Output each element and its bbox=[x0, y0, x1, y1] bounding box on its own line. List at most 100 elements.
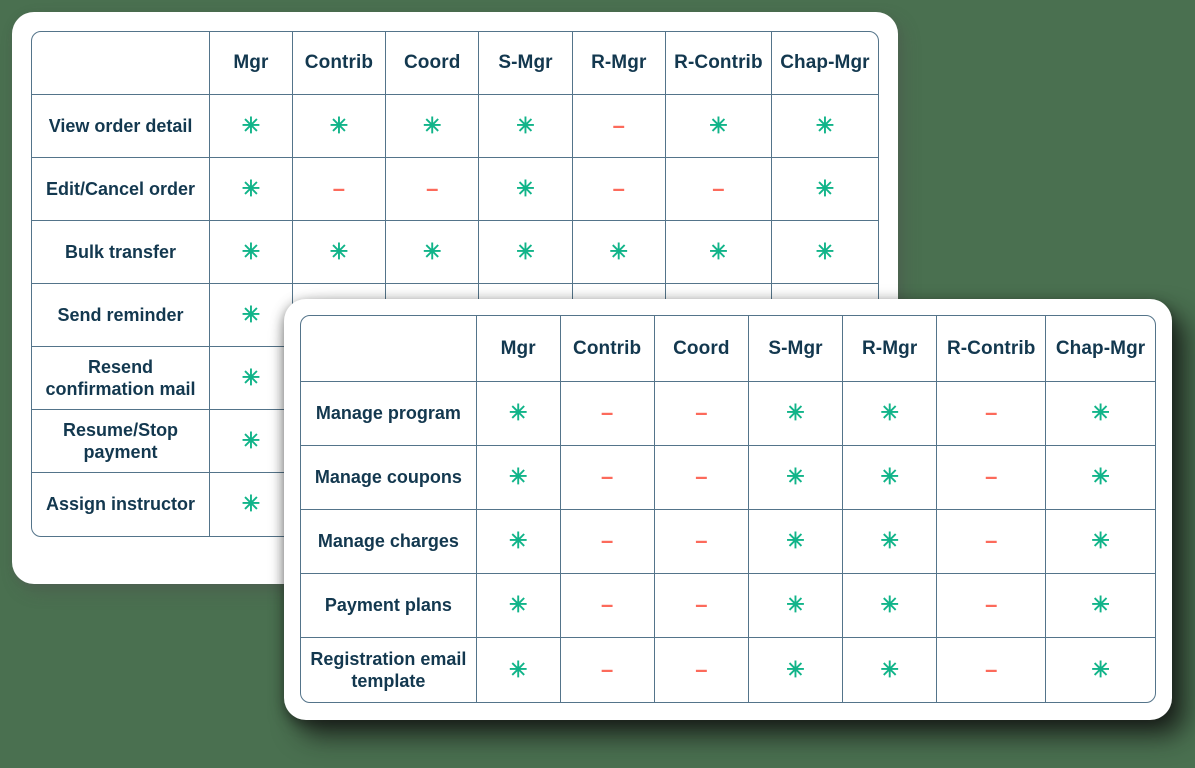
table-row: Manage charges ✳ – – ✳ ✳ – ✳ bbox=[301, 510, 1155, 574]
permission-cell: ✳ bbox=[210, 410, 293, 473]
denied-icon: – bbox=[695, 528, 708, 553]
permission-cell: – bbox=[572, 158, 666, 221]
table-header: Mgr Contrib Coord S-Mgr R-Mgr R-Contrib … bbox=[32, 32, 878, 95]
column-header-s-mgr: S-Mgr bbox=[479, 32, 573, 95]
row-label: Resume/Stop payment bbox=[32, 410, 211, 473]
column-header-chap-mgr: Chap-Mgr bbox=[1046, 316, 1155, 382]
permission-cell: – bbox=[937, 574, 1047, 638]
permission-cell: ✳ bbox=[476, 574, 561, 638]
table-body: Manage program ✳ – – ✳ ✳ – ✳ Manage coupons ✳ – – ✳ ✳… bbox=[301, 382, 1155, 702]
allowed-icon: ✳ bbox=[241, 112, 261, 138]
allowed-icon: ✳ bbox=[786, 656, 805, 682]
allowed-icon: ✳ bbox=[241, 427, 261, 453]
permission-cell: ✳ bbox=[210, 284, 293, 347]
denied-icon: – bbox=[332, 175, 346, 201]
permission-cell: ✳ bbox=[210, 473, 293, 536]
permission-cell: ✳ bbox=[479, 221, 573, 284]
permission-cell: – bbox=[386, 158, 480, 221]
permission-cell: – bbox=[937, 382, 1047, 446]
permission-cell: – bbox=[561, 638, 655, 702]
allowed-icon: ✳ bbox=[241, 175, 261, 201]
permission-cell: ✳ bbox=[479, 158, 573, 221]
permission-cell: – bbox=[654, 574, 749, 638]
allowed-icon: ✳ bbox=[329, 238, 349, 264]
permission-cell: ✳ bbox=[843, 382, 938, 446]
allowed-icon: ✳ bbox=[241, 364, 261, 390]
denied-icon: – bbox=[612, 112, 625, 138]
allowed-icon: ✳ bbox=[786, 464, 805, 489]
column-header-mgr: Mgr bbox=[210, 32, 293, 95]
permission-cell: – bbox=[654, 510, 749, 574]
column-header-mgr: Mgr bbox=[476, 316, 561, 382]
row-label: View order detail bbox=[32, 95, 211, 158]
denied-icon: – bbox=[695, 464, 708, 489]
row-label: Bulk transfer bbox=[32, 221, 211, 284]
column-header-r-contrib: R-Contrib bbox=[665, 32, 772, 95]
row-label: Assign instructor bbox=[32, 473, 211, 536]
permission-cell: – bbox=[560, 382, 655, 446]
permission-cell: – bbox=[572, 95, 666, 158]
denied-icon: – bbox=[601, 592, 614, 617]
table-row: View order detail ✳ ✳ ✳ ✳ – ✳ ✳ bbox=[32, 95, 878, 158]
permission-cell: ✳ bbox=[1046, 574, 1155, 638]
permission-cell: ✳ bbox=[748, 446, 844, 510]
column-header-chap-mgr: Chap-Mgr bbox=[771, 32, 878, 95]
allowed-icon: ✳ bbox=[1091, 656, 1110, 682]
allowed-icon: ✳ bbox=[508, 528, 528, 553]
program-permissions-card: Mgr Contrib Coord S-Mgr R-Mgr R-Contrib … bbox=[284, 299, 1172, 720]
allowed-icon: ✳ bbox=[880, 464, 899, 489]
allowed-icon: ✳ bbox=[786, 400, 805, 425]
allowed-icon: ✳ bbox=[422, 112, 442, 138]
denied-icon: – bbox=[601, 400, 614, 425]
table-row: Manage coupons ✳ – – ✳ ✳ – ✳ bbox=[301, 446, 1155, 510]
corner-header-cell bbox=[32, 32, 211, 95]
permission-cell: – bbox=[937, 510, 1047, 574]
allowed-icon: ✳ bbox=[880, 656, 899, 682]
allowed-icon: ✳ bbox=[516, 175, 535, 201]
permission-cell: ✳ bbox=[843, 510, 938, 574]
row-label: Manage charges bbox=[301, 510, 477, 574]
allowed-icon: ✳ bbox=[880, 592, 899, 617]
allowed-icon: ✳ bbox=[508, 400, 528, 425]
permission-cell: ✳ bbox=[479, 95, 573, 158]
permission-cell: ✳ bbox=[1046, 510, 1155, 574]
permission-cell: – bbox=[665, 158, 772, 221]
header-row: Mgr Contrib Coord S-Mgr R-Mgr R-Contrib … bbox=[301, 316, 1155, 382]
program-permissions-table: Mgr Contrib Coord S-Mgr R-Mgr R-Contrib … bbox=[300, 315, 1156, 703]
permission-cell: ✳ bbox=[665, 95, 772, 158]
permission-cell: ✳ bbox=[771, 95, 878, 158]
allowed-icon: ✳ bbox=[516, 112, 535, 138]
allowed-icon: ✳ bbox=[880, 528, 899, 553]
permission-cell: ✳ bbox=[1046, 638, 1155, 702]
permission-cell: – bbox=[654, 382, 749, 446]
permission-cell: ✳ bbox=[748, 382, 844, 446]
permission-cell: ✳ bbox=[210, 158, 293, 221]
permission-cell: ✳ bbox=[749, 638, 844, 702]
denied-icon: – bbox=[601, 464, 614, 489]
allowed-icon: ✳ bbox=[241, 238, 261, 264]
table-row: Edit/Cancel order ✳ – – ✳ – – ✳ bbox=[32, 158, 878, 221]
row-label: Resend confirmation mail bbox=[32, 347, 211, 410]
denied-icon: – bbox=[695, 656, 708, 682]
allowed-icon: ✳ bbox=[1091, 592, 1110, 617]
corner-header-cell bbox=[301, 316, 477, 382]
denied-icon: – bbox=[426, 175, 439, 201]
allowed-icon: ✳ bbox=[815, 112, 835, 138]
allowed-icon: ✳ bbox=[786, 592, 805, 617]
allowed-icon: ✳ bbox=[709, 112, 728, 138]
allowed-icon: ✳ bbox=[508, 656, 528, 682]
permission-cell: ✳ bbox=[572, 221, 666, 284]
permission-cell: ✳ bbox=[476, 510, 561, 574]
denied-icon: – bbox=[985, 656, 998, 682]
allowed-icon: ✳ bbox=[609, 238, 628, 264]
column-header-s-mgr: S-Mgr bbox=[748, 316, 844, 382]
denied-icon: – bbox=[712, 175, 725, 201]
permission-cell: ✳ bbox=[476, 446, 561, 510]
row-label: Registration email template bbox=[301, 638, 477, 702]
permission-cell: ✳ bbox=[386, 221, 480, 284]
allowed-icon: ✳ bbox=[1091, 528, 1110, 553]
table-row: Registration email template ✳ – – ✳ ✳ – ✳ bbox=[301, 638, 1155, 702]
allowed-icon: ✳ bbox=[880, 400, 899, 425]
denied-icon: – bbox=[695, 400, 708, 425]
permission-matrix-stage: Mgr Contrib Coord S-Mgr R-Mgr R-Contrib … bbox=[0, 0, 1195, 768]
